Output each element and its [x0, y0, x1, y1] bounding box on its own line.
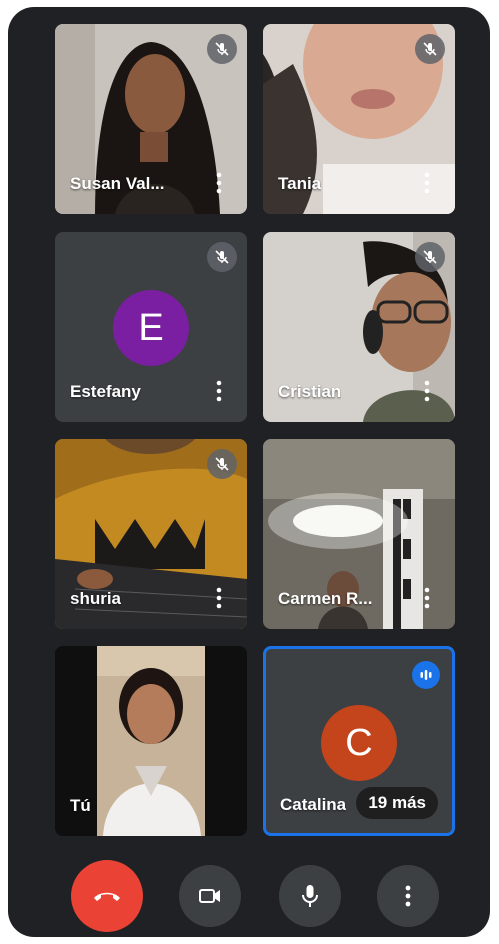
audio-level-icon [412, 661, 440, 689]
participant-name: Tú [70, 796, 91, 815]
avatar-letter: C [345, 721, 373, 764]
participant-tile-susan[interactable]: Susan Val... [55, 24, 247, 214]
participant-name: Cristian [278, 382, 342, 401]
participant-tile-cristian[interactable]: Cristian [263, 232, 455, 422]
more-vertical-icon[interactable] [421, 380, 433, 402]
end-call-button[interactable] [71, 860, 143, 932]
participant-name: Catalina [280, 795, 347, 814]
participant-tile-tania[interactable]: Tania [263, 24, 455, 214]
participant-tile-catalina[interactable]: C Catalina 19 más [263, 646, 455, 836]
participant-tile-shuria[interactable]: shuria [55, 439, 247, 629]
microphone-off-icon [415, 34, 445, 64]
participant-name: Susan Val... [70, 174, 165, 193]
participant-tile-estefany[interactable]: E Estefany [55, 232, 247, 422]
video-camera-icon [199, 889, 220, 903]
phone-hangup-icon [94, 892, 120, 901]
more-vertical-icon[interactable] [421, 172, 433, 194]
avatar: C [321, 705, 397, 781]
more-options-button[interactable] [377, 865, 439, 927]
microphone-icon [302, 885, 318, 907]
more-vertical-icon[interactable] [213, 587, 225, 609]
microphone-off-icon [415, 242, 445, 272]
more-vertical-icon[interactable] [421, 587, 433, 609]
more-vertical-icon[interactable] [213, 172, 225, 194]
microphone-off-icon [207, 449, 237, 479]
participant-name: Estefany [70, 382, 141, 401]
participant-name: Carmen R... [278, 589, 373, 608]
participant-tile-carmen[interactable]: Carmen R... [263, 439, 455, 629]
microphone-toggle-button[interactable] [279, 865, 341, 927]
microphone-off-icon [207, 34, 237, 64]
more-vertical-icon [405, 885, 411, 907]
avatar-letter: E [138, 306, 164, 349]
meeting-screen: Susan Val... Tania E Estefany Cristian s… [8, 7, 490, 937]
participant-name: shuria [70, 589, 122, 608]
participant-tile-self[interactable]: Tú [55, 646, 247, 836]
microphone-off-icon [207, 242, 237, 272]
more-participants-badge[interactable]: 19 más [356, 787, 438, 819]
camera-toggle-button[interactable] [179, 865, 241, 927]
more-vertical-icon[interactable] [213, 380, 225, 402]
participant-name: Tania [278, 174, 322, 193]
avatar: E [113, 290, 189, 366]
